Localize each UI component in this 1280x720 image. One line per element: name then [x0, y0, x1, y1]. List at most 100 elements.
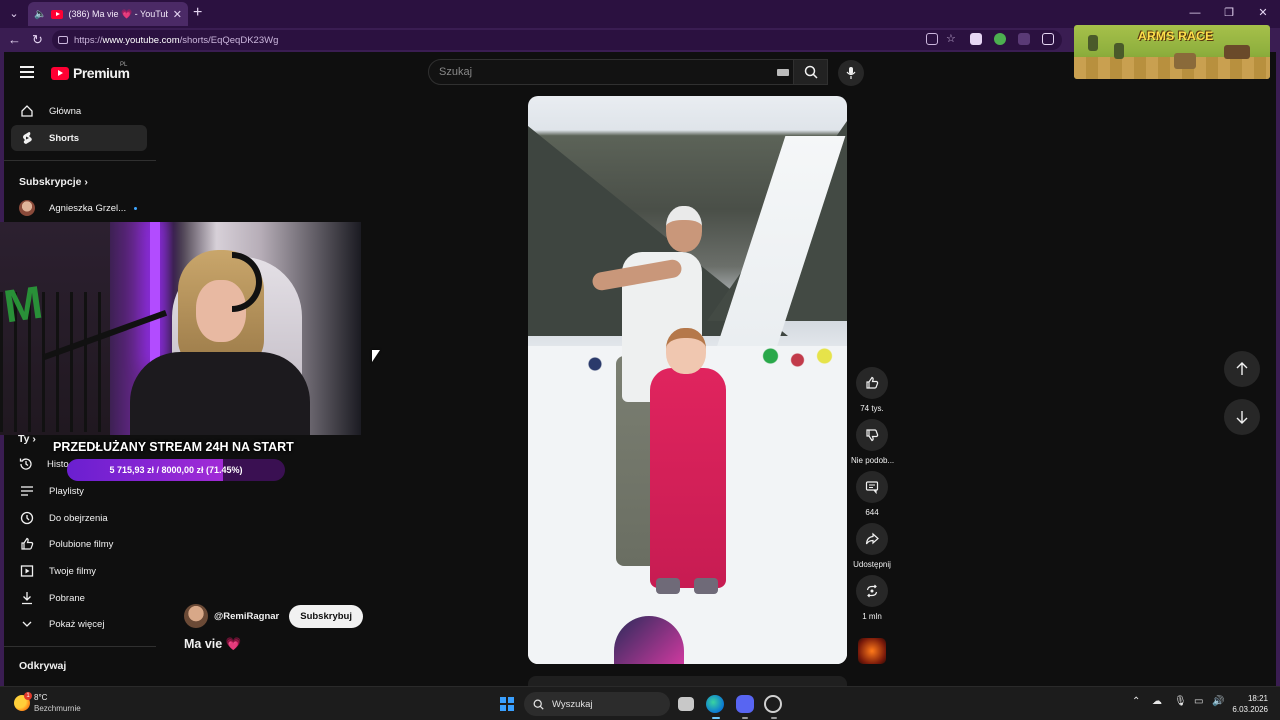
next-short-button[interactable]	[1224, 399, 1260, 435]
close-tab-icon[interactable]: ✕	[173, 8, 182, 21]
short-title[interactable]: Ma vie 💗	[184, 637, 241, 652]
tab-menu-icon[interactable]: ⌄	[6, 6, 22, 22]
network-icon[interactable]: ▭	[1194, 696, 1203, 707]
sidebar-item-label: Twoje filmy	[49, 565, 96, 577]
keyboard-icon[interactable]	[777, 69, 789, 76]
sidebar-item-shorts[interactable]: Shorts	[11, 125, 147, 151]
remix-icon	[866, 584, 878, 598]
youtube-premium-logo[interactable]: Premium	[51, 65, 130, 81]
arrow-down-icon	[1236, 411, 1248, 424]
chevron-up-icon[interactable]: ⌃	[1132, 696, 1140, 707]
tab-bar: ⌄ 🔈 (386) Ma vie 💗 - YouTube ✕ + — ❐ ✕	[0, 0, 1280, 28]
sidebar-item-playlists[interactable]: Playlisty	[11, 478, 147, 504]
taskbar-search[interactable]: Wyszukaj	[524, 692, 670, 716]
stream-goal-title: PRZEDŁUŻANY STREAM 24H NA START	[53, 440, 294, 454]
monster-logo-icon: M	[0, 275, 46, 333]
back-icon[interactable]: ←	[8, 32, 21, 47]
cloud-icon[interactable]: ☁	[1152, 696, 1162, 707]
url-field[interactable]: https://www.youtube.com/shorts/EqQeqDK23…	[52, 30, 1062, 50]
minimize-icon[interactable]: —	[1178, 0, 1212, 28]
sidebar-item-downloads[interactable]: Pobrane	[11, 585, 147, 611]
reload-icon[interactable]: ↻	[32, 32, 43, 48]
voice-search-button[interactable]	[838, 60, 864, 86]
edge-browser-icon[interactable]	[706, 695, 724, 713]
short-video-player[interactable]	[528, 96, 847, 664]
site-info-icon[interactable]	[58, 36, 68, 44]
tab-youtube[interactable]: 🔈 (386) Ma vie 💗 - YouTube ✕	[28, 2, 188, 26]
like-button[interactable]: 74 tys.	[851, 367, 893, 413]
speaker-icon[interactable]: 🔈	[34, 9, 46, 20]
channel-avatar[interactable]	[184, 604, 208, 628]
sidebar-show-more[interactable]: Pokaż więcej	[11, 611, 147, 637]
clock-time: 18:21	[1247, 694, 1268, 703]
sidebar-item-liked[interactable]: Polubione filmy	[11, 531, 147, 557]
apps-icon[interactable]	[926, 33, 938, 45]
thumbs-up-icon	[866, 376, 879, 389]
sidebar-item-home[interactable]: Główna	[11, 98, 147, 124]
previous-short-button[interactable]	[1224, 351, 1260, 387]
soldier-icon	[1088, 35, 1098, 51]
dislike-button[interactable]: Nie podob...	[851, 419, 895, 465]
app-indicator	[771, 717, 777, 719]
file-explorer-icon[interactable]	[678, 697, 694, 711]
sidebar-item-your-videos[interactable]: Twoje filmy	[11, 558, 147, 584]
microphone-icon	[846, 67, 856, 79]
next-short-preview[interactable]	[528, 676, 847, 686]
extension-green-icon[interactable]	[994, 33, 1006, 45]
new-tab-icon[interactable]: +	[193, 4, 202, 22]
sidebar-item-label: Shorts	[49, 132, 80, 144]
arrow-up-icon	[1236, 362, 1248, 375]
clock-date: 6.03.2026	[1232, 705, 1268, 714]
browser-window: ⌄ 🔈 (386) Ma vie 💗 - YouTube ✕ + — ❐ ✕ ←…	[0, 0, 1280, 720]
system-clock[interactable]: 18:21 6.03.2026	[1232, 693, 1268, 715]
weather-temperature: 8°C	[34, 693, 48, 702]
extensions-puzzle-icon[interactable]	[1042, 33, 1054, 45]
url-text: https://www.youtube.com/shorts/EqQeqDK23…	[74, 34, 279, 46]
hamburger-menu-icon[interactable]	[20, 66, 34, 81]
sound-thumbnail[interactable]	[858, 638, 886, 664]
discord-icon[interactable]	[736, 695, 754, 713]
subscription-label: Agnieszka Grzel...	[49, 202, 127, 214]
comment-icon	[865, 481, 879, 494]
search-icon	[804, 65, 818, 79]
channel-name[interactable]: @RemiRagnar	[214, 611, 279, 622]
subscriptions-heading[interactable]: Subskrypcje ›	[19, 176, 88, 188]
you-heading[interactable]: Ty ›	[18, 433, 36, 445]
remix-button[interactable]: 1 mln	[851, 575, 893, 621]
close-window-icon[interactable]: ✕	[1246, 0, 1280, 28]
shorts-icon	[19, 130, 35, 146]
sidebar-item-watch-later[interactable]: Do obejrzenia	[11, 505, 147, 531]
game-ad-overlay[interactable]: ARMS RACE	[1074, 25, 1270, 79]
sidebar-item-history[interactable]: Histo	[19, 457, 69, 471]
star-icon[interactable]: ☆	[946, 33, 958, 45]
dislike-label: Nie podob...	[851, 456, 895, 465]
remix-count: 1 mln	[862, 612, 882, 621]
comments-button[interactable]: 644	[851, 471, 893, 517]
search-button[interactable]	[793, 60, 827, 84]
share-label: Udostępnij	[853, 560, 891, 569]
crate-icon	[1174, 53, 1196, 69]
sidebar-item-label: Główna	[49, 105, 82, 117]
volume-icon[interactable]: 🔊	[1212, 696, 1224, 707]
search-input[interactable]: Szukaj	[439, 66, 472, 78]
weather-description: Bezchmurnie	[34, 704, 81, 713]
soldier-icon	[1114, 43, 1124, 59]
video-icon	[19, 563, 35, 579]
clock-icon	[19, 510, 35, 526]
taskbar-search-label: Wyszukaj	[552, 698, 593, 710]
windows-start-icon[interactable]	[500, 697, 514, 711]
channel-info: @RemiRagnar Subskrybuj	[184, 604, 363, 628]
microphone-icon[interactable]: 🎙	[1174, 696, 1187, 707]
extension-icon[interactable]	[1018, 33, 1030, 45]
restore-icon[interactable]: ❐	[1212, 0, 1246, 28]
sidebar-item-label: Pobrane	[49, 592, 85, 604]
chevron-right-icon: ›	[32, 433, 36, 445]
app-icon[interactable]	[764, 695, 782, 713]
search-box[interactable]: Szukaj	[428, 59, 828, 85]
history-icon	[19, 458, 32, 470]
extension-icon[interactable]	[970, 33, 982, 45]
subscription-item[interactable]: Agnieszka Grzel...	[11, 195, 147, 221]
subscribe-button[interactable]: Subskrybuj	[289, 604, 363, 628]
divider	[4, 646, 156, 647]
share-button[interactable]: Udostępnij	[851, 523, 893, 569]
